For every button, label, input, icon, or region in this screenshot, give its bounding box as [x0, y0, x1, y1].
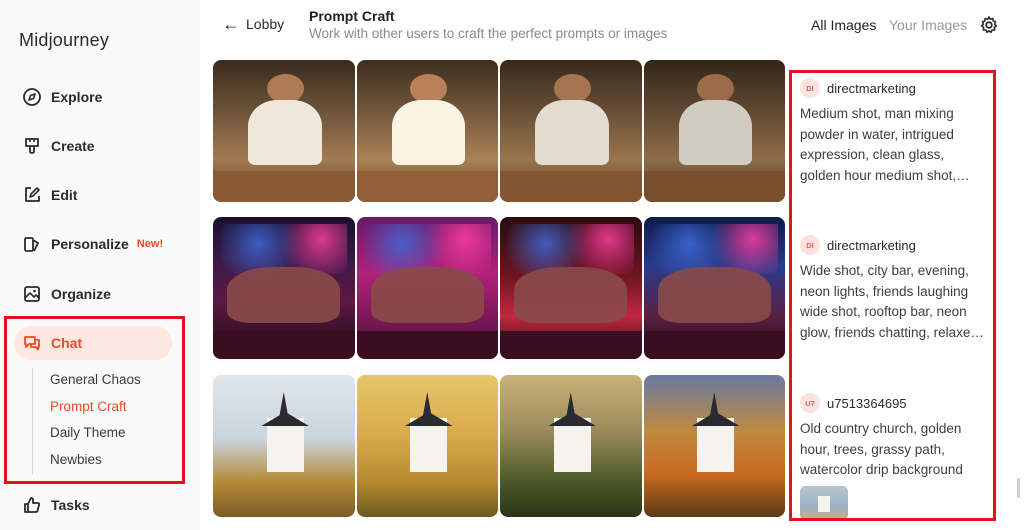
- image-row: [213, 60, 785, 202]
- generated-image[interactable]: [643, 375, 785, 517]
- image-row: [213, 375, 785, 517]
- sidebar-item-explore[interactable]: Explore: [14, 80, 172, 114]
- generated-image[interactable]: [500, 375, 642, 517]
- highlight-box-chat: [4, 316, 185, 484]
- generated-image[interactable]: [356, 60, 498, 202]
- brush-icon: [22, 136, 42, 156]
- room-header: ← Lobby Prompt Craft Work with other use…: [210, 0, 1024, 56]
- app-logo: Midjourney: [19, 30, 110, 50]
- back-label: Lobby: [246, 16, 285, 32]
- image-row: [213, 217, 785, 359]
- back-to-lobby-button[interactable]: ← Lobby: [222, 14, 284, 34]
- sidebar-item-tasks[interactable]: Tasks: [14, 488, 172, 522]
- generated-image[interactable]: [213, 60, 355, 202]
- sidebar-item-label: Create: [51, 138, 95, 154]
- new-badge: New!: [136, 238, 164, 250]
- tab-your-images[interactable]: Your Images: [889, 17, 967, 33]
- sidebar-item-label: Edit: [51, 187, 78, 203]
- settings-gear-icon[interactable]: [979, 15, 999, 35]
- sidebar-item-edit[interactable]: Edit: [14, 178, 172, 212]
- sidebar-item-organize[interactable]: Organize: [14, 277, 172, 311]
- sidebar-item-label: Organize: [51, 286, 111, 302]
- thumbs-up-icon: [22, 495, 42, 515]
- sidebar-item-label: Tasks: [51, 497, 90, 513]
- generated-image[interactable]: [500, 217, 642, 359]
- image-icon: [22, 284, 42, 304]
- generated-image[interactable]: [356, 375, 498, 517]
- generated-image[interactable]: [213, 217, 355, 359]
- tab-all-images[interactable]: All Images: [811, 17, 876, 33]
- generated-image[interactable]: [356, 217, 498, 359]
- sidebar-item-create[interactable]: Create: [14, 129, 172, 163]
- sidebar-item-label: Explore: [51, 89, 103, 105]
- sidebar-item-personalize[interactable]: Personalize New!: [14, 227, 172, 261]
- generated-image[interactable]: [643, 217, 785, 359]
- sidebar-item-label: Personalize: [51, 236, 129, 252]
- generated-image[interactable]: [500, 60, 642, 202]
- compass-icon: [22, 87, 42, 107]
- sidebar: Midjourney Explore Create Edit Personali…: [0, 0, 200, 530]
- generated-image[interactable]: [643, 60, 785, 202]
- arrow-left-icon: ←: [222, 14, 240, 34]
- generated-image[interactable]: [213, 375, 355, 517]
- room-title: Prompt Craft: [309, 8, 395, 24]
- room-subtitle: Work with other users to craft the perfe…: [309, 26, 668, 41]
- personalize-icon: [22, 234, 42, 254]
- scrollbar[interactable]: [1017, 478, 1020, 498]
- edit-icon: [22, 185, 42, 205]
- highlight-box-prompts: [789, 70, 996, 521]
- app-window: Midjourney Explore Create Edit Personali…: [0, 0, 1024, 530]
